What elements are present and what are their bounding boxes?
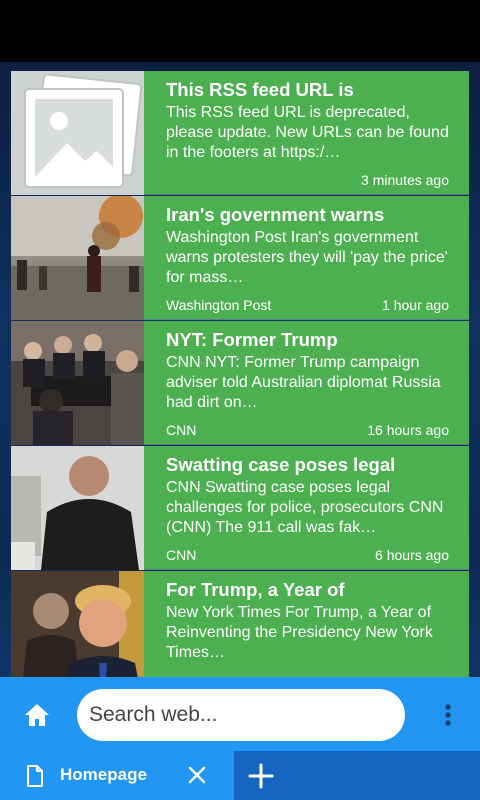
news-meta: CNN 16 hours ago [166, 422, 449, 438]
tab-homepage[interactable]: Homepage [0, 751, 234, 800]
news-description: New York Times For Trump, a Year of Rein… [166, 604, 433, 661]
search-bar[interactable]: Search web... [77, 689, 405, 741]
tab-label: Homepage [60, 765, 147, 784]
news-thumbnail [11, 571, 144, 677]
news-meta: CNN 6 hours ago [166, 547, 449, 563]
news-content: For Trump, a Year of New York Times For … [144, 571, 469, 677]
protest-photo [11, 196, 144, 320]
news-time: 16 hours ago [367, 422, 449, 438]
news-title: For Trump, a Year of [166, 579, 345, 600]
home-button[interactable] [22, 701, 52, 729]
status-bar [0, 0, 480, 62]
document-icon [27, 765, 43, 787]
home-icon [25, 704, 49, 726]
tab-bar: Homepage [0, 751, 480, 800]
news-thumbnail [11, 71, 144, 195]
news-source: CNN [166, 547, 197, 563]
news-time: 6 hours ago [375, 547, 449, 563]
news-description: Washington Post Iran's government warns … [166, 229, 448, 286]
news-time: 1 hour ago [382, 297, 449, 313]
news-source: CNN [166, 422, 197, 438]
news-content: NYT: Former Trump CNN NYT: Former Trump … [144, 321, 469, 444]
news-card[interactable]: Swatting case poses legal CNN Swatting c… [11, 446, 469, 570]
menu-button[interactable] [438, 701, 458, 729]
news-title: Iran's government warns [166, 204, 385, 225]
portrait-photo [11, 571, 144, 677]
news-card[interactable]: Iran's government warns Washington Post … [11, 196, 469, 320]
news-card[interactable]: This RSS feed URL is This RSS feed URL i… [11, 71, 469, 195]
news-thumbnail [11, 321, 144, 445]
news-meta: Washington Post 1 hour ago [166, 297, 449, 313]
news-content: This RSS feed URL is This RSS feed URL i… [144, 71, 469, 194]
news-description: CNN NYT: Former Trump campaign adviser t… [166, 354, 441, 411]
news-content: Swatting case poses legal CNN Swatting c… [144, 446, 469, 569]
news-title: This RSS feed URL is [166, 79, 354, 100]
news-meta: 3 minutes ago [166, 172, 449, 188]
news-feed[interactable]: This RSS feed URL is This RSS feed URL i… [11, 71, 469, 677]
news-title: Swatting case poses legal [166, 454, 396, 475]
news-time: 3 minutes ago [361, 172, 449, 188]
news-source: Washington Post [166, 297, 272, 313]
news-thumbnail [11, 196, 144, 320]
news-content: Iran's government warns Washington Post … [144, 196, 469, 319]
browser-toolbar: Search web... [0, 677, 480, 751]
news-title: NYT: Former Trump [166, 329, 338, 350]
person-photo [11, 446, 144, 570]
news-description: This RSS feed URL is deprecated, please … [166, 104, 449, 161]
plus-icon[interactable] [246, 761, 276, 791]
news-description: CNN Swatting case poses legal challenges… [166, 479, 444, 536]
close-icon[interactable] [186, 764, 208, 786]
placeholder-image-icon [24, 73, 143, 188]
search-input[interactable]: Search web... [89, 703, 217, 727]
news-card[interactable]: NYT: Former Trump CNN NYT: Former Trump … [11, 321, 469, 445]
more-vert-icon [445, 704, 451, 726]
meeting-photo [11, 321, 144, 445]
news-thumbnail [11, 446, 144, 570]
news-card[interactable]: For Trump, a Year of New York Times For … [11, 571, 469, 677]
